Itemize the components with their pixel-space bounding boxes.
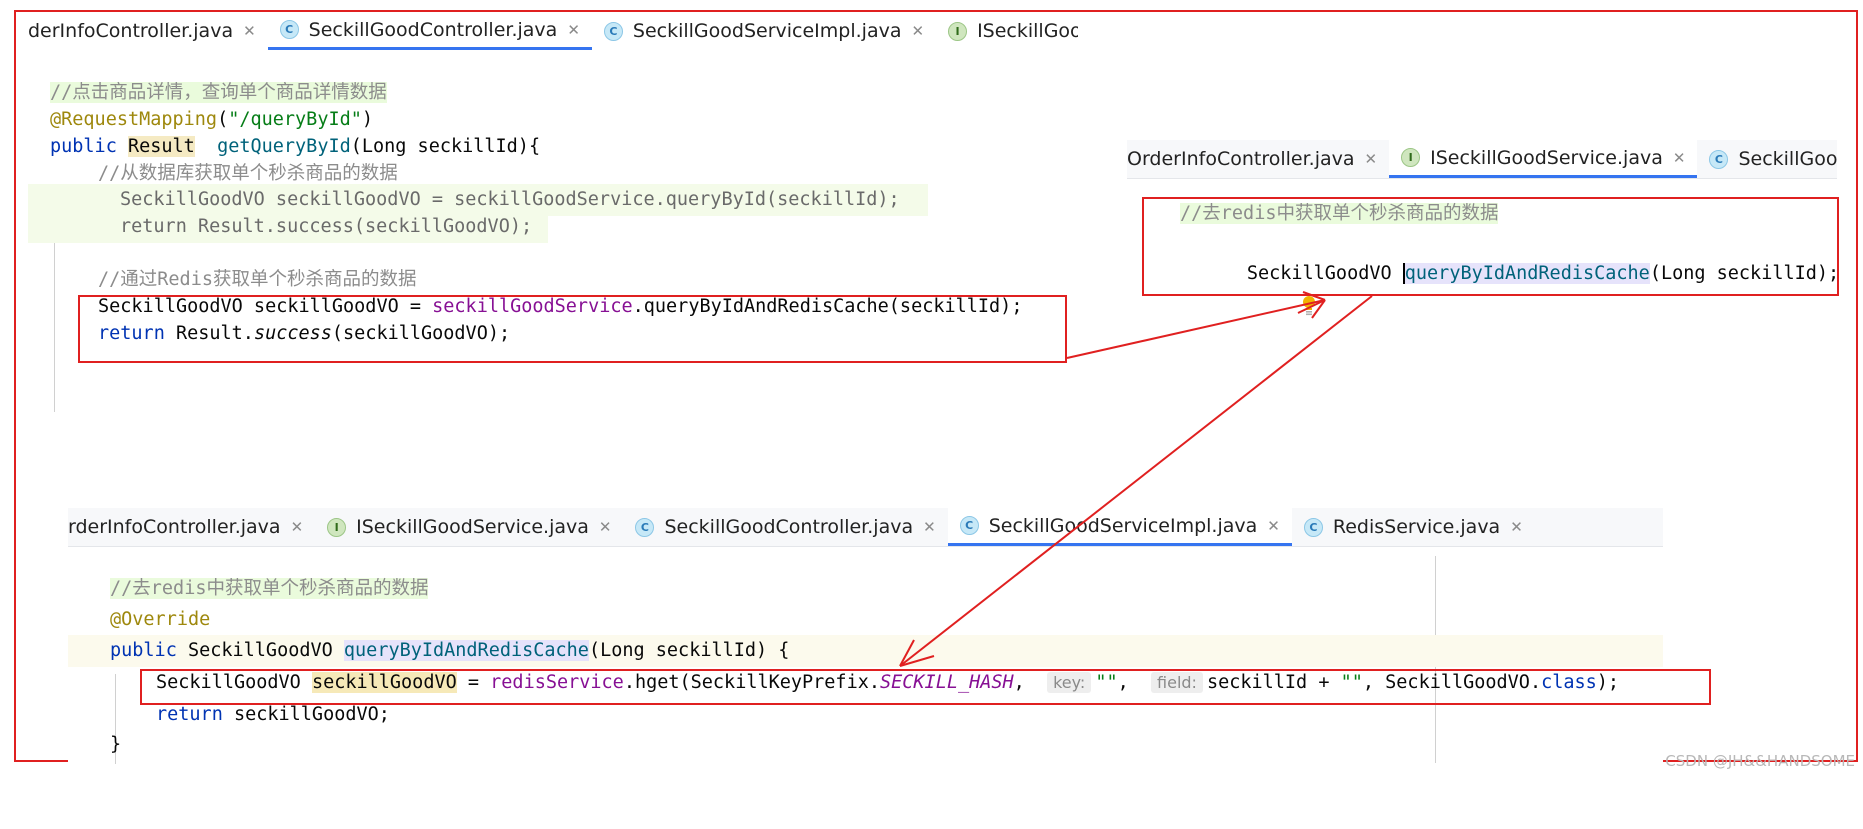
code-method-name: getQueryById: [217, 136, 351, 157]
class-icon: C: [1709, 149, 1729, 169]
tab-iseckillgood-service[interactable]: I ISeckillGoodService.java ✕: [315, 508, 623, 546]
tab-redis-service[interactable]: C RedisService.java ✕: [1292, 508, 1535, 546]
code-area[interactable]: //点击商品详情，查询单个商品详情数据 @RequestMapping("/qu…: [28, 77, 1078, 429]
close-icon[interactable]: ✕: [911, 22, 924, 40]
tab-orderinfo-controller[interactable]: rderInfoController.java ✕: [68, 508, 315, 546]
tab-iseckillgood-service[interactable]: I ISeckillGoodService.java ✕: [1389, 140, 1698, 178]
code-annotation: @Override: [110, 609, 211, 630]
class-icon: C: [603, 21, 623, 41]
tab-seckillgood-controller[interactable]: C SeckillGoodContro: [1697, 140, 1837, 178]
highlight-box-interface: [1142, 197, 1839, 296]
tab-iseckillgood-service[interactable]: I ISeckillGoodService.j: [936, 12, 1078, 50]
code-keyword: public: [110, 640, 177, 661]
code-line: }: [110, 729, 121, 761]
code-brace: }: [110, 734, 122, 755]
code-statement: return Result.success(seckillGoodVO);: [120, 216, 533, 237]
code-params: (Long seckillId){: [350, 136, 541, 157]
editor-tab-bar: OrderInfoController.java ✕ I ISeckillGoodS…: [1127, 140, 1837, 179]
interface-icon: I: [948, 21, 968, 41]
code-keyword: return: [156, 704, 223, 725]
tab-seckillgood-service-impl[interactable]: C SeckillGoodServiceImpl.java ✕: [592, 12, 936, 50]
interface-icon: I: [1401, 148, 1421, 167]
close-icon[interactable]: ✕: [599, 518, 612, 536]
tab-seckillgood-service-impl[interactable]: C SeckillGoodServiceImpl.java ✕: [947, 508, 1292, 546]
tab-label: ISeckillGoodService.java: [1430, 146, 1663, 169]
editor-panel-impl: rderInfoController.java ✕ I ISeckillGoodSe…: [68, 508, 1663, 764]
tab-label: SeckillGoodServiceImpl.java: [632, 20, 902, 42]
tab-label: OrderInfoController.java: [1127, 148, 1355, 170]
close-icon[interactable]: ✕: [1510, 518, 1523, 536]
close-icon[interactable]: ✕: [567, 21, 580, 39]
highlight-box-hget: [140, 669, 1711, 705]
close-icon[interactable]: ✕: [923, 518, 936, 536]
editor-tab-bar: rderInfoController.java ✕ I ISeckillGoodSe…: [68, 508, 1663, 547]
code-string: "/queryById": [228, 109, 362, 130]
close-icon[interactable]: ✕: [1673, 149, 1686, 167]
editor-tab-bar: derInfoController.java ✕ C SeckillGoodCont…: [28, 12, 1078, 50]
code-comment: //通过Redis获取单个秒杀商品的数据: [98, 269, 417, 290]
tab-orderinfo-controller[interactable]: derInfoController.java ✕: [28, 12, 268, 50]
code-type: Result: [127, 136, 195, 157]
tab-label: ISeckillGoodService.j: [977, 20, 1078, 42]
code-params: (Long seckillId) {: [588, 640, 790, 661]
close-icon[interactable]: ✕: [243, 22, 256, 40]
code-line-current: public SeckillGoodVO queryByIdAndRedisCa…: [68, 635, 1663, 667]
code-annotation: @RequestMapping: [50, 109, 218, 130]
code-line: //去redis中获取单个秒杀商品的数据: [110, 573, 429, 605]
interface-icon: I: [327, 517, 347, 537]
tab-label: derInfoController.java: [28, 20, 234, 42]
code-comment: //点击商品详情，查询单个商品详情数据: [50, 82, 387, 103]
close-icon[interactable]: ✕: [291, 518, 304, 536]
tab-label: rderInfoController.java: [68, 516, 281, 538]
tab-label: SeckillGoodController.java: [308, 18, 558, 41]
code-comment: //去redis中获取单个秒杀商品的数据: [110, 578, 429, 599]
watermark: CSDN @JH&&HANDSOME: [1665, 752, 1855, 770]
class-icon: C: [959, 516, 979, 535]
tab-label: ISeckillGoodService.java: [356, 516, 589, 538]
tab-seckillgood-controller[interactable]: C SeckillGoodController.java ✕: [623, 508, 947, 546]
tab-label: SeckillGoodContro: [1738, 148, 1837, 170]
close-icon[interactable]: ✕: [1267, 517, 1280, 535]
highlight-box-redis-call: [78, 295, 1067, 363]
code-line: @Override: [110, 604, 210, 636]
tab-label: RedisService.java: [1332, 516, 1501, 538]
code-line-highlight: return Result.success(seckillGoodVO);: [28, 211, 548, 243]
class-icon: C: [635, 517, 655, 537]
code-type: SeckillGoodVO: [176, 640, 344, 661]
tab-label: SeckillGoodServiceImpl.java: [988, 514, 1258, 537]
class-icon: C: [1303, 517, 1323, 537]
code-comment: //从数据库获取单个秒杀商品的数据: [98, 163, 398, 184]
close-icon[interactable]: ✕: [1365, 150, 1378, 168]
tab-orderinfo-controller[interactable]: OrderInfoController.java ✕: [1127, 140, 1389, 178]
code-method-name: queryByIdAndRedisCache: [343, 640, 589, 661]
tab-label: SeckillGoodController.java: [664, 516, 914, 538]
tab-seckillgood-controller[interactable]: C SeckillGoodController.java ✕: [267, 12, 592, 50]
code-keyword: public: [50, 136, 117, 157]
code-statement: SeckillGoodVO seckillGoodVO = seckillGoo…: [120, 189, 900, 210]
class-icon: C: [279, 20, 299, 39]
code-statement: seckillGoodVO;: [222, 704, 390, 725]
